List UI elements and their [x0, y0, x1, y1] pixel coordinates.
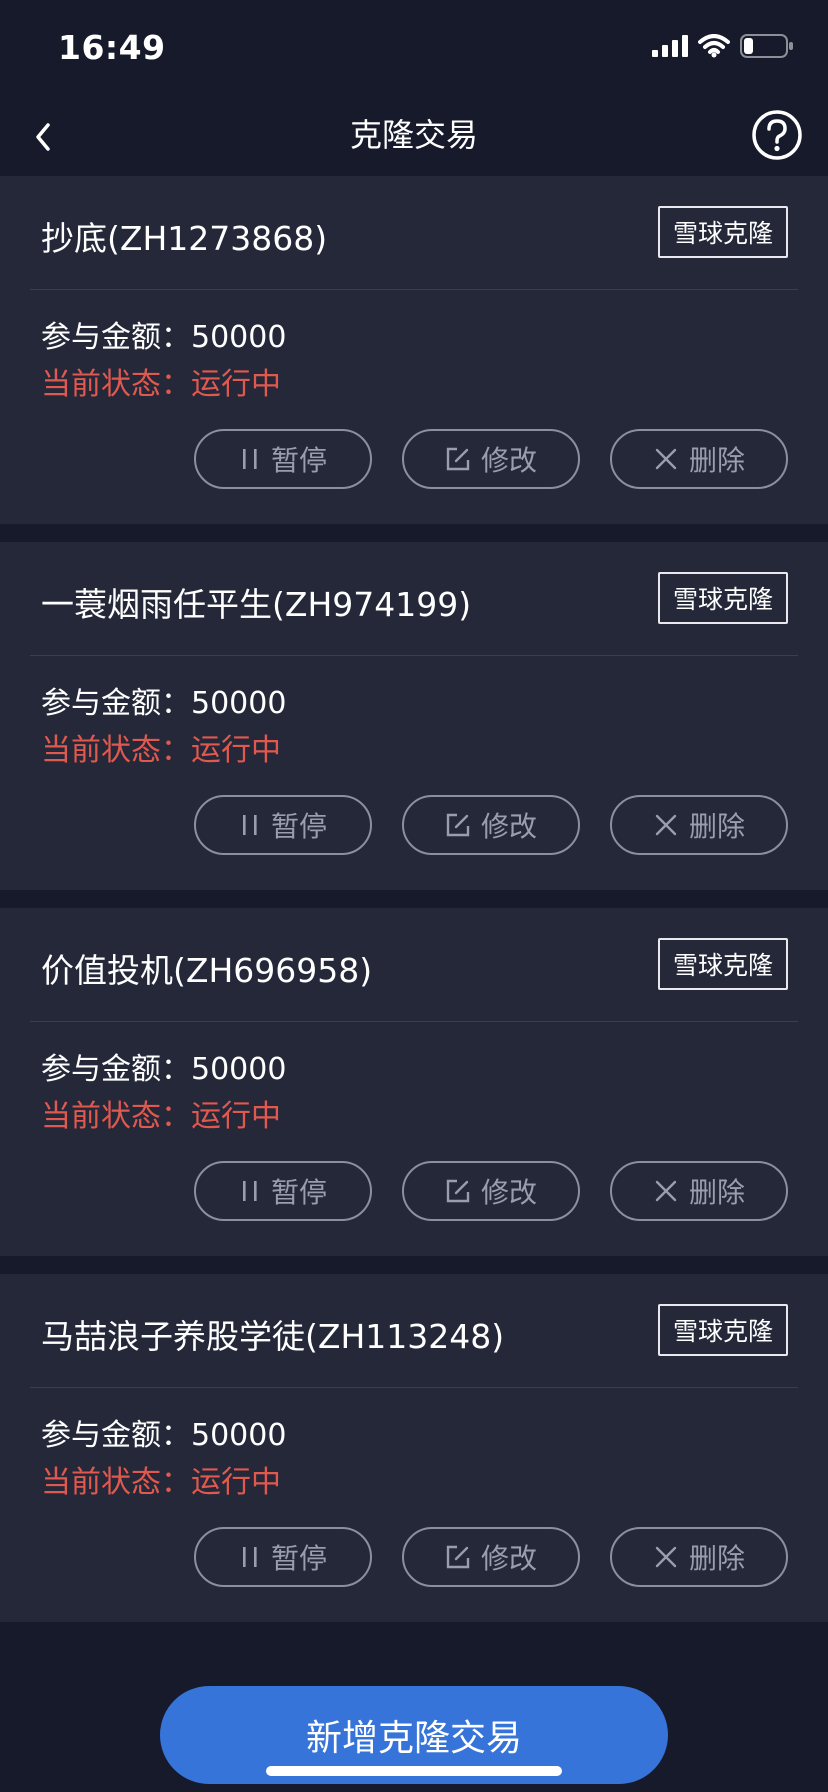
clone-source-tag: 雪球克隆 [658, 938, 788, 990]
amount-value: 50000 [191, 320, 287, 355]
edit-label: 修改 [480, 1542, 537, 1575]
status-value: 运行中 [191, 1465, 281, 1500]
status-label: 当前状态： [41, 733, 191, 768]
edit-icon [445, 446, 471, 472]
divider [30, 1021, 798, 1022]
pause-icon [239, 1544, 261, 1570]
status-row: 当前状态：运行中 [41, 359, 281, 403]
pause-label: 暂停 [270, 1176, 327, 1209]
status-bar: 16:49 [0, 0, 828, 100]
close-icon [653, 1178, 679, 1204]
question-circle-icon[interactable] [750, 108, 804, 162]
divider [30, 655, 798, 656]
amount-value: 50000 [191, 686, 287, 721]
amount-row: 参与金额：50000 [41, 1410, 286, 1454]
divider [30, 1387, 798, 1388]
status-label: 当前状态： [41, 367, 191, 402]
amount-label: 参与金额： [41, 1052, 191, 1087]
status-time: 16:49 [58, 28, 166, 67]
chevron-left-icon[interactable] [18, 112, 68, 162]
edit-button[interactable]: 修改 [402, 795, 580, 855]
delete-button[interactable]: 删除 [610, 1161, 788, 1221]
pause-icon [239, 812, 261, 838]
clone-trade-card: 一蓑烟雨任平生(ZH974199) 雪球克隆 参与金额：50000 当前状态：运… [0, 542, 828, 890]
battery-icon [740, 34, 794, 62]
status-row: 当前状态：运行中 [41, 1091, 281, 1135]
status-value: 运行中 [191, 367, 281, 402]
clone-source-tag: 雪球克隆 [658, 1304, 788, 1356]
status-label: 当前状态： [41, 1465, 191, 1500]
edit-label: 修改 [480, 444, 537, 477]
card-header: 抄底(ZH1273868) 雪球克隆 [0, 176, 828, 289]
pause-label: 暂停 [270, 1542, 327, 1575]
clone-trade-card: 马喆浪子养股学徒(ZH113248) 雪球克隆 参与金额：50000 当前状态：… [0, 1274, 828, 1622]
edit-label: 修改 [480, 1176, 537, 1209]
delete-label: 删除 [688, 444, 745, 477]
pause-label: 暂停 [270, 444, 327, 477]
status-row: 当前状态：运行中 [41, 725, 281, 769]
card-actions: 暂停 修改 删除 [194, 795, 788, 855]
edit-icon [445, 1544, 471, 1570]
amount-label: 参与金额： [41, 1418, 191, 1453]
edit-button[interactable]: 修改 [402, 429, 580, 489]
clone-source-tag: 雪球克隆 [658, 206, 788, 258]
delete-button[interactable]: 删除 [610, 795, 788, 855]
card-actions: 暂停 修改 删除 [194, 429, 788, 489]
delete-button[interactable]: 删除 [610, 429, 788, 489]
delete-label: 删除 [688, 1542, 745, 1575]
amount-value: 50000 [191, 1052, 287, 1087]
status-value: 运行中 [191, 1099, 281, 1134]
status-icons [652, 34, 794, 62]
close-icon [653, 446, 679, 472]
status-row: 当前状态：运行中 [41, 1457, 281, 1501]
card-actions: 暂停 修改 删除 [194, 1161, 788, 1221]
card-title: 一蓑烟雨任平生(ZH974199) [41, 585, 472, 624]
pause-button[interactable]: 暂停 [194, 795, 372, 855]
amount-label: 参与金额： [41, 686, 191, 721]
pause-icon [239, 446, 261, 472]
close-icon [653, 812, 679, 838]
amount-row: 参与金额：50000 [41, 1044, 286, 1088]
card-header: 价值投机(ZH696958) 雪球克隆 [0, 908, 828, 1021]
clone-trade-list: 抄底(ZH1273868) 雪球克隆 参与金额：50000 当前状态：运行中 暂… [0, 176, 828, 1640]
pause-button[interactable]: 暂停 [194, 1161, 372, 1221]
card-title: 价值投机(ZH696958) [41, 951, 373, 990]
edit-button[interactable]: 修改 [402, 1527, 580, 1587]
clone-source-tag: 雪球克隆 [658, 572, 788, 624]
card-header: 马喆浪子养股学徒(ZH113248) 雪球克隆 [0, 1274, 828, 1387]
card-actions: 暂停 修改 删除 [194, 1527, 788, 1587]
page-title: 克隆交易 [349, 116, 478, 154]
pause-button[interactable]: 暂停 [194, 429, 372, 489]
delete-button[interactable]: 删除 [610, 1527, 788, 1587]
delete-label: 删除 [688, 810, 745, 843]
pause-icon [239, 1178, 261, 1204]
edit-icon [445, 1178, 471, 1204]
close-icon [653, 1544, 679, 1570]
clone-trade-card: 抄底(ZH1273868) 雪球克隆 参与金额：50000 当前状态：运行中 暂… [0, 176, 828, 524]
edit-button[interactable]: 修改 [402, 1161, 580, 1221]
card-header: 一蓑烟雨任平生(ZH974199) 雪球克隆 [0, 542, 828, 655]
signal-icon [652, 35, 688, 61]
edit-icon [445, 812, 471, 838]
pause-button[interactable]: 暂停 [194, 1527, 372, 1587]
amount-row: 参与金额：50000 [41, 678, 286, 722]
delete-label: 删除 [688, 1176, 745, 1209]
status-label: 当前状态： [41, 1099, 191, 1134]
divider [30, 289, 798, 290]
home-indicator [266, 1766, 562, 1776]
nav-bar: 克隆交易 [0, 100, 828, 176]
amount-label: 参与金额： [41, 320, 191, 355]
edit-label: 修改 [480, 810, 537, 843]
status-value: 运行中 [191, 733, 281, 768]
pause-label: 暂停 [270, 810, 327, 843]
card-title: 马喆浪子养股学徒(ZH113248) [41, 1317, 505, 1356]
wifi-icon [698, 34, 730, 62]
card-title: 抄底(ZH1273868) [41, 219, 328, 258]
amount-row: 参与金额：50000 [41, 312, 286, 356]
clone-trade-card: 价值投机(ZH696958) 雪球克隆 参与金额：50000 当前状态：运行中 … [0, 908, 828, 1256]
amount-value: 50000 [191, 1418, 287, 1453]
